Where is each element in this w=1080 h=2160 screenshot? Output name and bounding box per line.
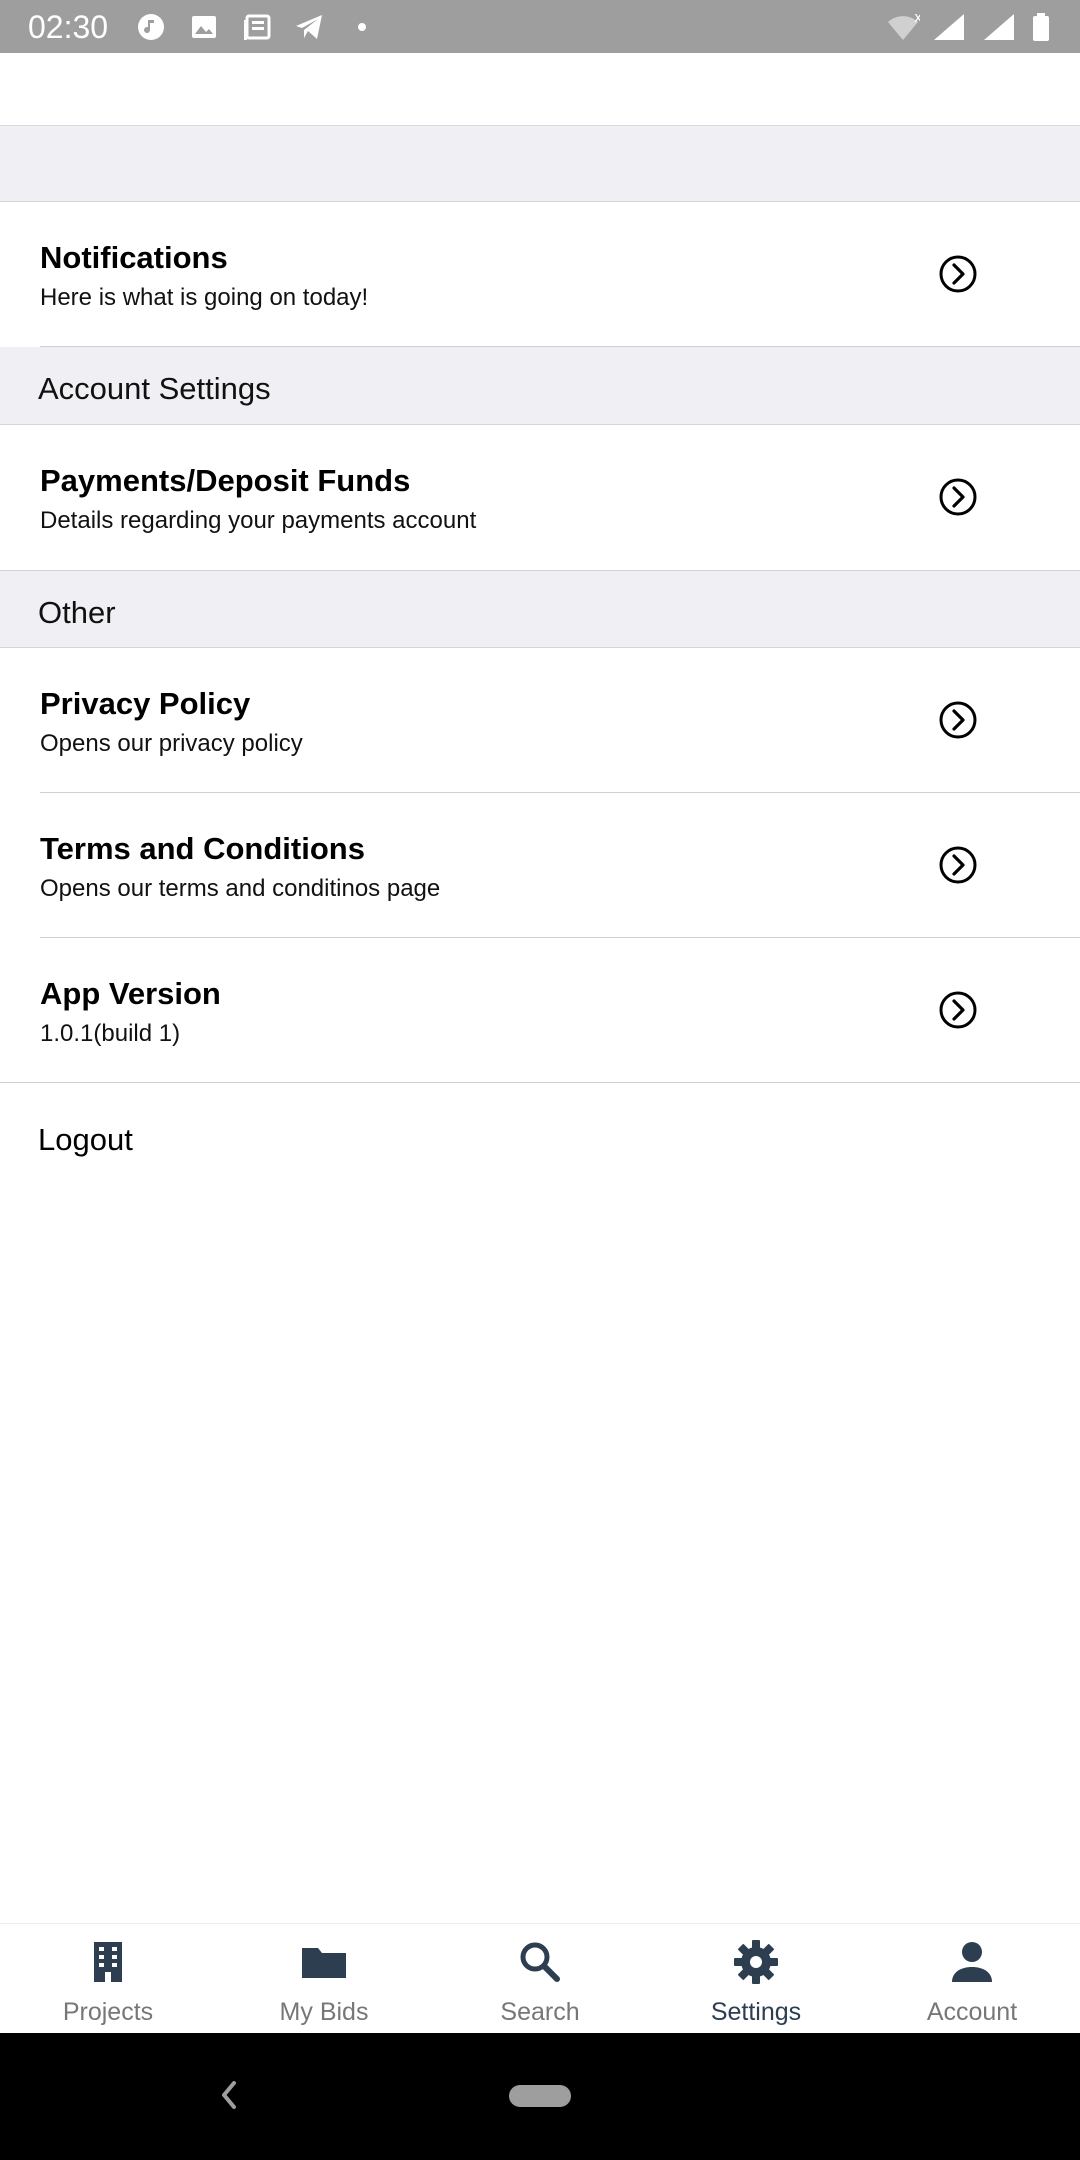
row-title: Notifications xyxy=(40,240,228,275)
top-app-bar xyxy=(0,53,1080,126)
building-icon xyxy=(94,1942,122,1982)
nav-label: My Bids xyxy=(279,1998,369,2026)
row-title: App Version xyxy=(40,976,221,1011)
wifi-icon: x xyxy=(888,12,920,40)
row-title: Privacy Policy xyxy=(40,686,251,721)
nav-item-projects[interactable]: Projects xyxy=(0,1924,216,2034)
row-subtitle: Details regarding your payments account xyxy=(40,507,477,534)
divider xyxy=(0,1082,1080,1083)
dot-icon xyxy=(358,23,366,31)
row-subtitle: 1.0.1(build 1) xyxy=(40,1020,181,1047)
status-bar: 02:30 x xyxy=(0,0,1080,53)
nav-item-account[interactable]: Account xyxy=(864,1924,1080,2034)
row-subtitle: Opens our privacy policy xyxy=(40,730,303,757)
section-header-account-settings: Account Settings xyxy=(0,347,1080,425)
chevron-right-circle-icon[interactable] xyxy=(938,990,978,1030)
settings-row-app-version[interactable]: App Version 1.0.1(build 1) xyxy=(0,938,1080,1083)
signal-icon xyxy=(934,14,964,40)
person-icon xyxy=(952,1942,992,1982)
signal-icon xyxy=(984,14,1014,40)
bottom-nav: Projects My Bids Search Settings Account xyxy=(0,1923,1080,2033)
logout-button[interactable]: Logout xyxy=(38,1122,133,1158)
nav-label: Search xyxy=(500,1998,580,2026)
settings-row-privacy-policy[interactable]: Privacy Policy Opens our privacy policy xyxy=(0,648,1080,793)
battery-icon xyxy=(1033,13,1049,41)
section-title: Other xyxy=(38,595,116,630)
settings-row-notifications[interactable]: Notifications Here is what is going on t… xyxy=(0,202,1080,347)
music-icon xyxy=(138,14,164,40)
home-pill-button[interactable] xyxy=(509,2085,571,2107)
row-subtitle: Here is what is going on today! xyxy=(40,284,369,311)
section-header-empty xyxy=(0,126,1080,202)
nav-label: Projects xyxy=(62,1998,154,2026)
search-icon xyxy=(520,1942,560,1982)
nav-item-my-bids[interactable]: My Bids xyxy=(216,1924,432,2034)
section-title: Account Settings xyxy=(38,371,271,406)
nav-label: Account xyxy=(926,1998,1018,2026)
image-icon xyxy=(192,16,216,38)
chevron-right-circle-icon[interactable] xyxy=(938,700,978,740)
status-time: 02:30 xyxy=(28,9,109,45)
nav-item-search[interactable]: Search xyxy=(432,1924,648,2034)
folder-icon xyxy=(302,1948,346,1978)
nav-item-settings[interactable]: Settings xyxy=(648,1924,864,2034)
chevron-right-circle-icon[interactable] xyxy=(938,845,978,885)
news-icon xyxy=(244,14,271,40)
system-nav-bar xyxy=(0,2033,1080,2160)
telegram-icon xyxy=(296,15,322,39)
settings-row-terms[interactable]: Terms and Conditions Opens our terms and… xyxy=(0,793,1080,938)
svg-text:x: x xyxy=(914,12,920,26)
gear-icon xyxy=(734,1940,778,1984)
row-title: Payments/Deposit Funds xyxy=(40,463,411,498)
row-subtitle: Opens our terms and conditinos page xyxy=(40,875,441,902)
section-header-other: Other xyxy=(0,570,1080,648)
nav-label: Settings xyxy=(710,1998,802,2026)
row-title: Terms and Conditions xyxy=(40,831,365,866)
chevron-right-circle-icon[interactable] xyxy=(938,254,978,294)
back-icon[interactable] xyxy=(214,2077,244,2113)
settings-row-payments[interactable]: Payments/Deposit Funds Details regarding… xyxy=(0,425,1080,570)
chevron-right-circle-icon[interactable] xyxy=(938,477,978,517)
